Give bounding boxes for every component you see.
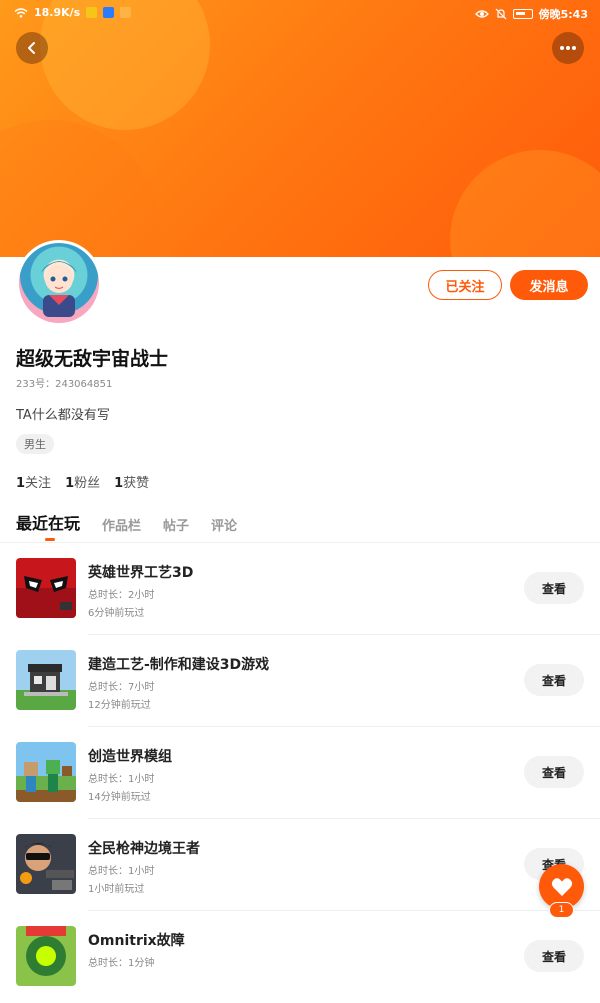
username: 超级无敌宇宙战士 [16,348,169,370]
view-button[interactable]: 查看 [524,756,584,788]
play-app-icon [120,7,132,18]
game-thumbnail [16,926,76,986]
view-button[interactable]: 查看 [524,664,584,696]
gender-tag: 男生 [16,434,54,454]
battery-icon [512,9,533,19]
view-button[interactable]: 查看 [524,940,584,972]
status-bar: 18.9K/s 傍晚5:43 [0,0,600,26]
net-speed: 18.9K/s [34,6,81,19]
list-item[interactable]: 创造世界模组 总时长：1小时 14分钟前玩过 查看 [0,727,600,819]
game-duration: 总时长：1小时 [88,774,155,785]
tab-recent-played[interactable]: 最近在玩 [16,510,80,534]
game-duration: 总时长：7小时 [88,682,155,693]
heart-icon [551,877,572,896]
stat-followers[interactable]: 1粉丝 [65,472,100,491]
back-button[interactable] [16,32,48,64]
game-title: 全民枪神边境王者 [88,841,200,857]
game-thumbnail [16,650,76,710]
profile-banner [0,0,600,257]
game-last-played: 14分钟前玩过 [88,792,151,803]
wifi-icon [14,7,28,18]
game-title: 创造世界模组 [88,749,172,765]
game-duration: 总时长：1小时 [88,866,155,877]
user-id-value: 243064851 [55,379,113,390]
eye-icon [474,10,489,18]
tab-works[interactable]: 作品栏 [102,515,141,534]
tab-posts[interactable]: 帖子 [163,515,189,534]
list-item[interactable]: 建造工艺-制作和建设3D游戏 总时长：7小时 12分钟前玩过 查看 [0,635,600,727]
more-dots-icon [560,46,576,50]
game-last-played: 6分钟前玩过 [88,608,145,619]
active-tab-indicator [45,538,55,541]
game-duration: 总时长：2小时 [88,590,155,601]
game-title: Omnitrix故障 [88,933,185,949]
list-item[interactable]: Omnitrix故障 总时长：1分钟 查看 [0,911,600,1003]
stat-likes[interactable]: 1获赞 [114,472,149,491]
game-last-played: 1小时前玩过 [88,884,145,895]
stat-following[interactable]: 1关注 [16,472,51,491]
favorite-count-badge: 1 [549,902,574,918]
chevron-left-icon [28,42,35,54]
more-options-button[interactable] [552,32,584,64]
shield-app-icon [103,7,115,18]
mute-bell-icon [495,8,507,20]
view-button[interactable]: 查看 [524,572,584,604]
user-bio: TA什么都没有写 [16,408,110,423]
game-title: 英雄世界工艺3D [88,565,194,581]
profile-tabs: 最近在玩 作品栏 帖子 评论 [16,510,237,534]
game-last-played: 12分钟前玩过 [88,700,151,711]
list-item[interactable]: 全民枪神边境王者 总时长：1小时 1小时前玩过 查看 [0,819,600,911]
game-thumbnail [16,834,76,894]
avatar-image [19,243,99,323]
user-stats: 1关注 1粉丝 1获赞 [16,472,149,491]
clock: 傍晚5:43 [538,8,588,21]
list-item[interactable]: 英雄世界工艺3D 总时长：2小时 6分钟前玩过 查看 [0,543,600,635]
recent-games-list: 英雄世界工艺3D 总时长：2小时 6分钟前玩过 查看 建造工艺-制作和建设3D游… [0,543,600,1003]
game-duration: 总时长：1分钟 [88,958,155,969]
followed-button[interactable]: 已关注 [428,270,502,300]
avatar[interactable] [16,240,102,326]
user-id: 233号：243064851 [16,375,112,390]
send-message-button[interactable]: 发消息 [510,270,588,300]
game-thumbnail [16,558,76,618]
game-title: 建造工艺-制作和建设3D游戏 [88,657,270,673]
game-thumbnail [16,742,76,802]
tab-comments[interactable]: 评论 [211,515,237,534]
user-id-label: 233号： [16,379,56,390]
app-notification-icon [86,7,98,18]
